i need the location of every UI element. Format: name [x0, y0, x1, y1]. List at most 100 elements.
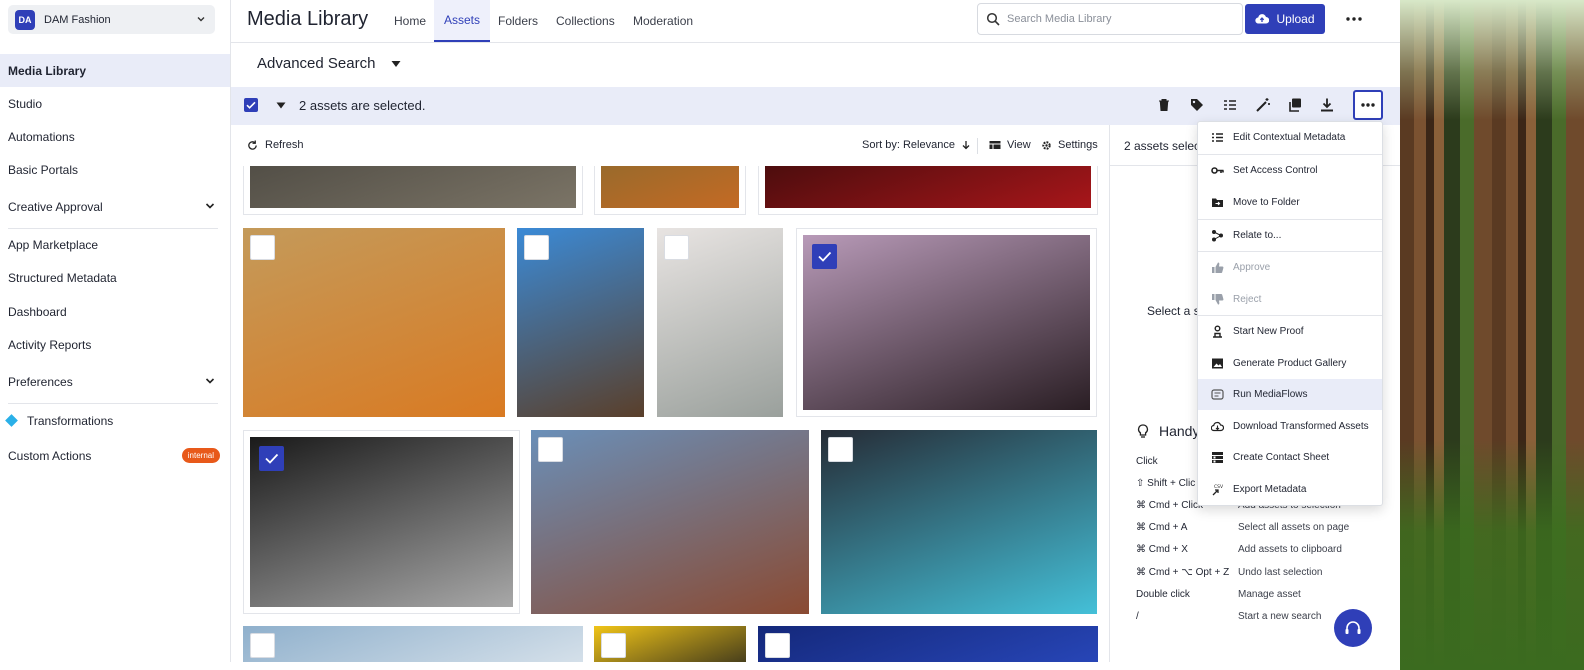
menu-item-create-contact-sheet[interactable]: Create Contact Sheet: [1198, 442, 1382, 473]
asset-checkbox[interactable]: [664, 235, 689, 260]
gallery-icon: [1212, 358, 1223, 369]
mediaflows-icon: [1211, 389, 1224, 400]
asset-tile[interactable]: [243, 430, 520, 614]
menu-item-label: Move to Folder: [1233, 197, 1300, 208]
menu-item-start-new-proof[interactable]: Start New Proof: [1198, 316, 1382, 347]
upload-button[interactable]: Upload: [1245, 4, 1325, 34]
sidebar-item-structured-metadata[interactable]: Structured Metadata: [0, 261, 230, 294]
sidebar: DA DAM Fashion Media Library Studio Auto…: [0, 0, 231, 662]
sidebar-item-creative-approval[interactable]: Creative Approval: [0, 190, 230, 223]
sidebar-item-app-marketplace[interactable]: App Marketplace: [0, 228, 230, 261]
sidebar-item-label: Dashboard: [8, 304, 67, 319]
asset-tile[interactable]: [243, 626, 583, 662]
advanced-search-toggle[interactable]: Advanced Search: [257, 55, 401, 72]
shortcut-key: ⌘ Cmd + Click: [1136, 500, 1203, 511]
sidebar-item-label: Studio: [8, 96, 43, 111]
asset-checkbox[interactable]: [250, 235, 275, 260]
sidebar-item-preferences[interactable]: Preferences: [0, 365, 230, 398]
menu-item-download-transformed-assets[interactable]: Download Transformed Assets: [1198, 411, 1382, 442]
tab-moderation[interactable]: Moderation: [633, 0, 693, 42]
tab-assets[interactable]: Assets: [434, 0, 491, 42]
asset-tile[interactable]: [517, 228, 644, 417]
asset-checkbox[interactable]: [538, 437, 563, 462]
asset-tile[interactable]: [821, 430, 1097, 614]
shortcut-row: ⌘ Cmd + A Select all assets on page: [1136, 522, 1386, 536]
select-all-checkbox[interactable]: [244, 98, 258, 112]
asset-tile[interactable]: [758, 626, 1098, 662]
menu-item-relate-to[interactable]: Relate to...: [1198, 220, 1382, 251]
menu-item-move-to-folder[interactable]: Move to Folder: [1198, 187, 1382, 218]
menu-item-set-access-control[interactable]: Set Access Control: [1198, 155, 1382, 186]
sidebar-item-basic-portals[interactable]: Basic Portals: [0, 153, 230, 186]
trash-icon[interactable]: [1156, 97, 1172, 113]
more-actions-button[interactable]: [1353, 90, 1383, 120]
sidebar-item-automations[interactable]: Automations: [0, 120, 230, 153]
asset-checkbox[interactable]: [601, 633, 626, 658]
asset-tile[interactable]: [243, 166, 583, 215]
asset-tile[interactable]: [531, 430, 809, 614]
thumbs-up-icon: [1212, 262, 1224, 273]
workspace-switcher[interactable]: DA DAM Fashion: [8, 5, 215, 34]
lightbulb-icon: [1137, 423, 1149, 438]
more-options-icon[interactable]: [1343, 10, 1365, 28]
app-window: DA DAM Fashion Media Library Studio Auto…: [0, 0, 1400, 662]
sidebar-item-activity-reports[interactable]: Activity Reports: [0, 328, 230, 361]
asset-thumbnail: [250, 166, 576, 208]
settings-button[interactable]: Settings: [1041, 139, 1098, 151]
menu-item-label: Relate to...: [1233, 230, 1282, 241]
asset-tile[interactable]: [758, 166, 1098, 215]
advanced-search-label: Advanced Search: [257, 55, 376, 72]
shortcut-row: ⌘ Cmd + X Add assets to clipboard: [1136, 544, 1386, 558]
sidebar-item-dashboard[interactable]: Dashboard: [0, 295, 230, 328]
asset-checkbox[interactable]: [812, 244, 837, 269]
tag-icon[interactable]: [1189, 97, 1205, 113]
asset-checkbox[interactable]: [259, 446, 284, 471]
refresh-icon: [248, 139, 257, 150]
sort-dropdown[interactable]: Sort by: Relevance: [862, 139, 971, 151]
magic-wand-icon[interactable]: [1255, 97, 1271, 113]
sidebar-item-transformations[interactable]: Transformations: [0, 404, 230, 437]
gear-icon: [1042, 140, 1051, 150]
asset-tile[interactable]: [243, 228, 505, 417]
menu-item-generate-product-gallery[interactable]: Generate Product Gallery: [1198, 348, 1382, 379]
menu-item-edit-contextual-metadata[interactable]: Edit Contextual Metadata: [1198, 122, 1382, 153]
shortcut-row: Double click Manage asset: [1136, 589, 1386, 603]
workspace-name: DAM Fashion: [44, 13, 111, 26]
view-button[interactable]: View: [989, 139, 1031, 151]
tab-home[interactable]: Home: [394, 0, 426, 42]
asset-checkbox[interactable]: [828, 437, 853, 462]
metadata-list-icon[interactable]: [1222, 97, 1238, 113]
upload-label: Upload: [1276, 12, 1315, 26]
asset-tile[interactable]: [657, 228, 783, 417]
help-chat-button[interactable]: [1334, 609, 1372, 647]
asset-checkbox[interactable]: [524, 235, 549, 260]
shortcut-key: /: [1136, 611, 1139, 622]
menu-item-label: Start New Proof: [1233, 326, 1304, 337]
asset-checkbox[interactable]: [250, 633, 275, 658]
download-icon[interactable]: [1319, 97, 1335, 113]
asset-checkbox[interactable]: [765, 633, 790, 658]
refresh-button[interactable]: Refresh: [247, 139, 304, 151]
search-input[interactable]: [1007, 13, 1227, 25]
details-panel-header: 2 assets selec: [1124, 139, 1201, 153]
asset-tile[interactable]: [594, 626, 746, 662]
menu-item-reject: Reject: [1198, 284, 1382, 315]
chevron-down-icon: [205, 378, 215, 384]
selection-caret-icon[interactable]: [276, 100, 286, 110]
shortcut-key: Double click: [1136, 589, 1190, 600]
sidebar-item-media-library[interactable]: Media Library: [0, 54, 230, 87]
menu-item-export-metadata[interactable]: CSV Export Metadata: [1198, 474, 1382, 505]
menu-item-run-mediaflows[interactable]: Run MediaFlows: [1198, 379, 1382, 410]
search-icon: [986, 12, 1000, 26]
sidebar-item-studio[interactable]: Studio: [0, 87, 230, 120]
asset-tile[interactable]: [594, 166, 746, 215]
desktop-background: [1400, 0, 1584, 670]
asset-thumbnail: [601, 166, 739, 208]
tab-collections[interactable]: Collections: [556, 0, 615, 42]
copy-icon[interactable]: [1287, 97, 1303, 113]
sidebar-item-custom-actions[interactable]: Custom Actions internal: [0, 439, 230, 472]
asset-tile[interactable]: [796, 228, 1097, 417]
shortcut-desc: Manage asset: [1238, 589, 1301, 600]
menu-item-label: Approve: [1233, 262, 1271, 273]
tab-folders[interactable]: Folders: [498, 0, 538, 42]
